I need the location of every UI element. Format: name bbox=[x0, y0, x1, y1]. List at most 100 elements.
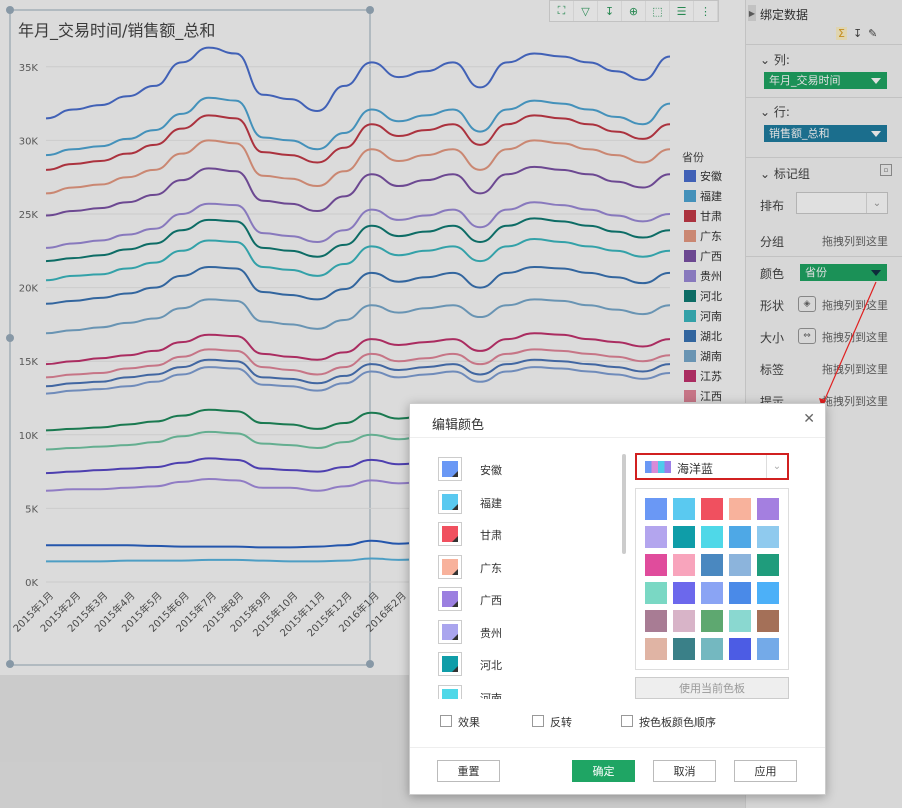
y-tick-label: 10K bbox=[19, 431, 39, 442]
color-swatch[interactable] bbox=[438, 554, 462, 579]
shape-icon[interactable]: ◈ bbox=[798, 296, 816, 312]
palette-color-cell[interactable] bbox=[701, 638, 723, 660]
shape-drop-zone[interactable]: 拖拽列到这里 bbox=[822, 297, 888, 313]
rows-pill[interactable]: 销售额_总和 bbox=[764, 125, 887, 142]
color-swatch[interactable] bbox=[438, 489, 462, 514]
sort-icon[interactable]: ↧ bbox=[853, 27, 862, 40]
tooltip-drop-zone[interactable]: 拖拽列到这里 bbox=[822, 393, 888, 409]
reverse-checkbox[interactable]: 反转 bbox=[532, 714, 572, 730]
close-icon[interactable]: ✕ bbox=[803, 411, 815, 427]
layout-select[interactable]: ⌄ bbox=[796, 192, 888, 214]
y-tick-label: 20K bbox=[19, 284, 39, 295]
palette-color-cell[interactable] bbox=[673, 610, 695, 632]
sort-icon[interactable]: ↧ bbox=[598, 1, 622, 21]
swatch-item[interactable]: 福建 bbox=[436, 487, 616, 519]
swatch-label: 甘肃 bbox=[480, 529, 502, 542]
cancel-button[interactable]: 取消 bbox=[653, 760, 716, 782]
swatch-item[interactable]: 甘肃 bbox=[436, 519, 616, 551]
columns-pill[interactable]: 年月_交易时间 bbox=[764, 72, 887, 89]
palette-color-cell[interactable] bbox=[701, 526, 723, 548]
swatch-item[interactable]: 河南 bbox=[436, 682, 616, 699]
color-swatch[interactable] bbox=[438, 652, 462, 676]
resize-handle[interactable] bbox=[6, 6, 14, 14]
palette-color-cell[interactable] bbox=[645, 526, 667, 548]
palette-color-cell[interactable] bbox=[729, 554, 751, 576]
color-swatch[interactable] bbox=[438, 587, 462, 611]
swatch-label: 广西 bbox=[480, 594, 502, 607]
resize-handle[interactable] bbox=[366, 6, 374, 14]
palette-color-cell[interactable] bbox=[645, 610, 667, 632]
select-icon[interactable]: ⬚ bbox=[646, 1, 670, 21]
color-swatch[interactable] bbox=[438, 684, 462, 699]
more-icon[interactable]: ⋮ bbox=[694, 1, 718, 21]
eraser-icon[interactable]: ✎ bbox=[868, 27, 877, 40]
palette-color-cell[interactable] bbox=[729, 638, 751, 660]
color-swatch[interactable] bbox=[438, 619, 462, 644]
reset-button[interactable]: 重置 bbox=[437, 760, 500, 782]
palette-color-cell[interactable] bbox=[673, 554, 695, 576]
mark-config-icon[interactable]: ▫ bbox=[880, 164, 892, 176]
palette-color-cell[interactable] bbox=[673, 582, 695, 604]
swatch-item[interactable]: 广西 bbox=[436, 584, 616, 616]
divider bbox=[746, 44, 902, 45]
swatch-label: 贵州 bbox=[480, 626, 502, 640]
palette-color-cell[interactable] bbox=[729, 582, 751, 604]
palette-color-cell[interactable] bbox=[701, 610, 723, 632]
filter-icon[interactable]: ▽ bbox=[574, 1, 598, 21]
palette-color-cell[interactable] bbox=[645, 582, 667, 604]
size-drop-zone[interactable]: 拖拽列到这里 bbox=[822, 329, 888, 345]
collapse-icon[interactable]: ▶ bbox=[748, 5, 756, 21]
palette-color-cell[interactable] bbox=[701, 554, 723, 576]
palette-color-cell[interactable] bbox=[729, 526, 751, 548]
palette-select[interactable]: 海洋蓝 ⌄ bbox=[635, 453, 789, 480]
palette-color-cell[interactable] bbox=[673, 638, 695, 660]
series-line-河南 bbox=[45, 238, 671, 282]
palette-color-cell[interactable] bbox=[757, 610, 779, 632]
palette-color-cell[interactable] bbox=[729, 498, 751, 520]
palette-color-cell[interactable] bbox=[701, 498, 723, 520]
resize-handle[interactable] bbox=[366, 660, 374, 668]
palette-color-cell[interactable] bbox=[757, 554, 779, 576]
palette-order-checkbox[interactable]: 按色板颜色顺序 bbox=[621, 714, 716, 730]
sum-icon[interactable]: Σ bbox=[836, 27, 847, 40]
palette-color-cell[interactable] bbox=[645, 638, 667, 660]
palette-color-cell[interactable] bbox=[757, 638, 779, 660]
color-pill[interactable]: 省份 bbox=[800, 264, 887, 281]
palette-color-cell[interactable] bbox=[757, 498, 779, 520]
legend-swatch bbox=[684, 190, 696, 202]
resize-handle[interactable] bbox=[6, 660, 14, 668]
resize-handle[interactable] bbox=[6, 334, 14, 342]
palette-color-cell[interactable] bbox=[757, 582, 779, 604]
legend-label: 福建 bbox=[700, 189, 722, 203]
effect-checkbox[interactable]: 效果 bbox=[440, 714, 480, 730]
palette-color-cell[interactable] bbox=[673, 498, 695, 520]
palette-color-cell[interactable] bbox=[645, 498, 667, 520]
size-icon[interactable]: ⇔ bbox=[798, 328, 816, 344]
palette-color-cell[interactable] bbox=[645, 554, 667, 576]
swatch-item[interactable]: 贵州 bbox=[436, 617, 616, 649]
swatch-item[interactable]: 广东 bbox=[436, 552, 616, 584]
ok-button[interactable]: 确定 bbox=[572, 760, 635, 782]
legend-swatch bbox=[684, 290, 696, 302]
group-drop-zone[interactable]: 拖拽列到这里 bbox=[822, 233, 888, 249]
palette-color-cell[interactable] bbox=[673, 526, 695, 548]
palette-name: 海洋蓝 bbox=[677, 462, 714, 476]
scrollbar[interactable] bbox=[622, 454, 626, 554]
series-line-湖南 bbox=[45, 298, 671, 335]
color-swatch[interactable] bbox=[438, 457, 462, 481]
color-swatch[interactable] bbox=[438, 522, 462, 546]
legend-swatch bbox=[684, 370, 696, 382]
zoom-icon[interactable]: ⊕ bbox=[622, 1, 646, 21]
palette-color-cell[interactable] bbox=[757, 526, 779, 548]
use-current-palette-button[interactable]: 使用当前色板 bbox=[635, 677, 789, 699]
label-drop-zone[interactable]: 拖拽列到这里 bbox=[822, 361, 888, 377]
list-icon[interactable]: ☰ bbox=[670, 1, 694, 21]
swatch-item[interactable]: 河北 bbox=[436, 649, 616, 681]
divider bbox=[746, 256, 902, 257]
apply-button[interactable]: 应用 bbox=[734, 760, 797, 782]
fullscreen-icon[interactable]: ⛶ bbox=[550, 1, 574, 21]
palette-color-cell[interactable] bbox=[729, 610, 751, 632]
swatch-item[interactable]: 安徽 bbox=[436, 454, 616, 486]
series-line-series-13 bbox=[45, 358, 671, 388]
palette-color-cell[interactable] bbox=[701, 582, 723, 604]
